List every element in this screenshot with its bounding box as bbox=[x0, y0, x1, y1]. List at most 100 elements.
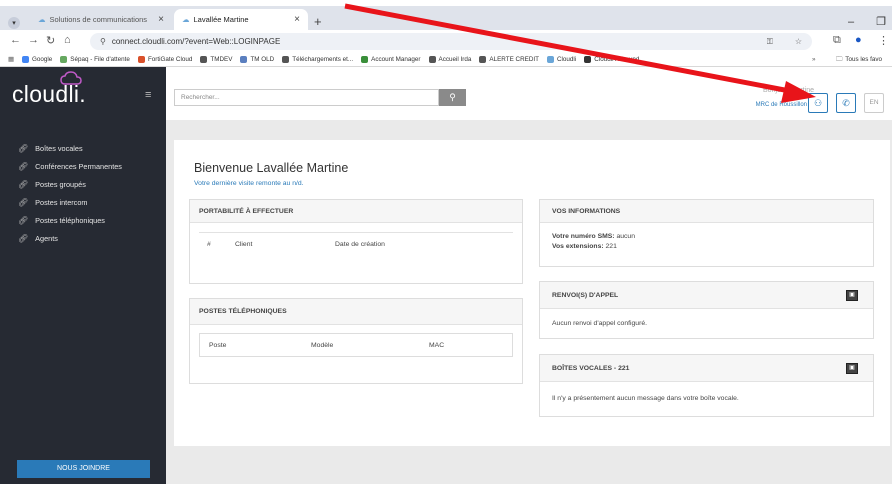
column-header: MAC bbox=[429, 342, 445, 349]
link-icon: 🔗︎ bbox=[18, 216, 29, 225]
bookmark[interactable]: Sépaq - File d'attente bbox=[60, 55, 130, 63]
restore-icon[interactable]: ❐ bbox=[876, 15, 886, 28]
browser-tab-solutions[interactable]: ☁ Solutions de communications × bbox=[30, 9, 172, 30]
site-info-icon[interactable]: ⚲ bbox=[100, 37, 106, 46]
cloud-logo-icon bbox=[60, 71, 82, 85]
address-bar: ← → ↻ ⌂ ⚲ connect.cloudli.com/?event=Web… bbox=[0, 30, 892, 52]
bookmark[interactable]: TM OLD bbox=[240, 55, 274, 63]
search-input[interactable]: Rechercher... bbox=[174, 89, 439, 106]
bookmark[interactable]: Cloudli bbox=[546, 55, 576, 63]
organization-link[interactable]: MRC de Roussillon bbox=[756, 102, 807, 108]
google-icon bbox=[21, 55, 29, 63]
cloud-icon: ☁ bbox=[38, 15, 46, 24]
page-title: Bienvenue Lavallée Martine bbox=[194, 161, 349, 175]
folder-icon: 🗀 bbox=[836, 55, 843, 63]
greeting-text: Bonjour, Martine bbox=[763, 87, 814, 94]
profile-icon[interactable]: ● bbox=[855, 34, 862, 46]
last-visit-text: Votre dernière visite remonte au n/d. bbox=[194, 180, 304, 187]
phones-box: POSTES TÉLÉPHONIQUES Poste Modèle MAC bbox=[189, 298, 523, 384]
bookmarks-folder[interactable]: 🗀 Tous les favo bbox=[836, 54, 882, 65]
globe-icon bbox=[200, 55, 208, 63]
cloudli-logo[interactable]: cloudli. bbox=[12, 71, 86, 108]
portability-box: PORTABILITÉ À EFFECTUER # Client Date de… bbox=[189, 199, 523, 284]
window-controls: – ❐ bbox=[848, 15, 886, 29]
bookmark[interactable]: Cloudli Allbound bbox=[584, 55, 639, 63]
sidebar-item-postes-groupes[interactable]: 🔗︎ Postes groupés bbox=[18, 180, 86, 189]
forward-icon[interactable]: → bbox=[28, 34, 39, 46]
search-icon: ⚲ bbox=[449, 92, 456, 102]
globe-icon bbox=[479, 55, 487, 63]
back-icon[interactable]: ← bbox=[10, 34, 21, 46]
url-text: connect.cloudli.com/?event=Web::LOGINPAG… bbox=[111, 37, 281, 46]
bookmark-star-icon[interactable]: ☆ bbox=[795, 37, 802, 46]
sepaq-icon bbox=[60, 55, 68, 63]
forwarding-box: RENVOI(S) D'APPEL ▣ Aucun renvoi d'appel… bbox=[539, 281, 874, 339]
forwarding-title: RENVOI(S) D'APPEL bbox=[540, 282, 873, 309]
extensions-line: Vos extensions: 221 bbox=[552, 243, 617, 250]
voicemail-settings-icon[interactable]: ▣ bbox=[846, 363, 858, 374]
language-button[interactable]: EN bbox=[864, 93, 884, 113]
bookmark[interactable]: TMDEV bbox=[200, 55, 232, 63]
sidebar-item-agents[interactable]: 🔗︎ Agents bbox=[18, 234, 58, 243]
globe-icon bbox=[428, 55, 436, 63]
forwarding-message: Aucun renvoi d'appel configuré. bbox=[552, 320, 648, 327]
voicemail-title: BOÎTES VOCALES - 221 bbox=[540, 355, 873, 382]
browser-tab-lavallee[interactable]: ☁ Lavallée Martine × bbox=[174, 9, 308, 30]
phones-title: POSTES TÉLÉPHONIQUES bbox=[190, 299, 522, 325]
bookmarks-bar: ▦ Google Sépaq - File d'attente FortiGat… bbox=[0, 52, 892, 67]
column-header: Client bbox=[235, 241, 253, 248]
fortigate-icon bbox=[137, 55, 145, 63]
tm-icon bbox=[240, 55, 248, 63]
phone-button[interactable]: ✆ bbox=[836, 93, 856, 113]
bookmark[interactable]: Téléchargements et... bbox=[282, 55, 353, 63]
link-icon: 🔗︎ bbox=[18, 144, 29, 153]
column-header: Poste bbox=[209, 342, 227, 349]
password-key-icon[interactable]: ⚿ bbox=[767, 37, 773, 47]
tab-title: Solutions de communications bbox=[49, 15, 148, 24]
account-manager-icon bbox=[361, 55, 369, 63]
globe-icon bbox=[282, 55, 290, 63]
info-box: VOS INFORMATIONS Votre numéro SMS: aucun… bbox=[539, 199, 874, 267]
apps-grid-icon[interactable]: ▦ bbox=[8, 56, 14, 63]
sidebar-item-boites-vocales[interactable]: 🔗︎ Boîtes vocales bbox=[18, 144, 83, 153]
bookmark[interactable]: Google bbox=[21, 55, 52, 63]
sidebar-item-postes-intercom[interactable]: 🔗︎ Postes intercom bbox=[18, 198, 87, 207]
cloud-icon: ☁ bbox=[182, 15, 190, 24]
portability-title: PORTABILITÉ À EFFECTUER bbox=[190, 200, 522, 223]
link-icon: 🔗︎ bbox=[18, 198, 29, 207]
sidebar: cloudli. ≡ 🔗︎ Boîtes vocales 🔗︎ Conférence… bbox=[0, 67, 166, 484]
tab-search-icon[interactable]: ▾ bbox=[8, 17, 20, 29]
link-icon: 🔗︎ bbox=[18, 180, 29, 189]
sms-line: Votre numéro SMS: aucun bbox=[552, 233, 635, 240]
extensions-icon[interactable]: ⧉ bbox=[833, 34, 841, 47]
sidebar-item-postes-telephoniques[interactable]: 🔗︎ Postes téléphoniques bbox=[18, 216, 105, 225]
voicemail-box: BOÎTES VOCALES - 221 ▣ Il n'y a présente… bbox=[539, 354, 874, 417]
app-header: Rechercher... ⚲ Bonjour, Martine MRC de … bbox=[166, 67, 892, 120]
close-icon[interactable]: × bbox=[294, 14, 300, 25]
bookmark[interactable]: Accueil Irda bbox=[428, 55, 471, 63]
hamburger-menu-icon[interactable]: ≡ bbox=[145, 89, 151, 101]
voicemail-message: Il n'y a présentement aucun message dans… bbox=[552, 395, 739, 402]
new-tab-button[interactable]: + bbox=[314, 14, 322, 29]
bookmark[interactable]: FortiGate Cloud bbox=[137, 55, 192, 63]
more-bookmarks-icon[interactable]: » bbox=[812, 56, 816, 63]
cloud-icon bbox=[546, 55, 554, 63]
bookmark[interactable]: ALERTE CREDIT bbox=[479, 55, 539, 63]
close-icon[interactable]: × bbox=[158, 14, 164, 25]
home-icon[interactable]: ⌂ bbox=[64, 34, 71, 46]
bookmark[interactable]: Account Manager bbox=[361, 55, 421, 63]
reload-icon[interactable]: ↻ bbox=[46, 34, 55, 47]
forwarding-settings-icon[interactable]: ▣ bbox=[846, 290, 858, 301]
divider bbox=[199, 232, 513, 233]
join-us-button[interactable]: NOUS JOINDRE bbox=[17, 460, 150, 478]
url-field[interactable]: ⚲ connect.cloudli.com/?event=Web::LOGINP… bbox=[90, 33, 812, 50]
user-profile-button[interactable]: ⚇ bbox=[808, 93, 828, 113]
search-button[interactable]: ⚲ bbox=[439, 89, 466, 106]
browser-tab-bar: ▾ ☁ Solutions de communications × ☁ Lava… bbox=[0, 6, 892, 30]
column-header: Date de création bbox=[335, 241, 385, 248]
phones-table-header: Poste Modèle MAC bbox=[199, 333, 513, 357]
menu-icon[interactable]: ⋮ bbox=[878, 34, 889, 47]
minimize-icon[interactable]: – bbox=[848, 16, 854, 28]
column-header: # bbox=[207, 241, 211, 248]
sidebar-item-conferences[interactable]: 🔗︎ Conférences Permanentes bbox=[18, 162, 122, 171]
